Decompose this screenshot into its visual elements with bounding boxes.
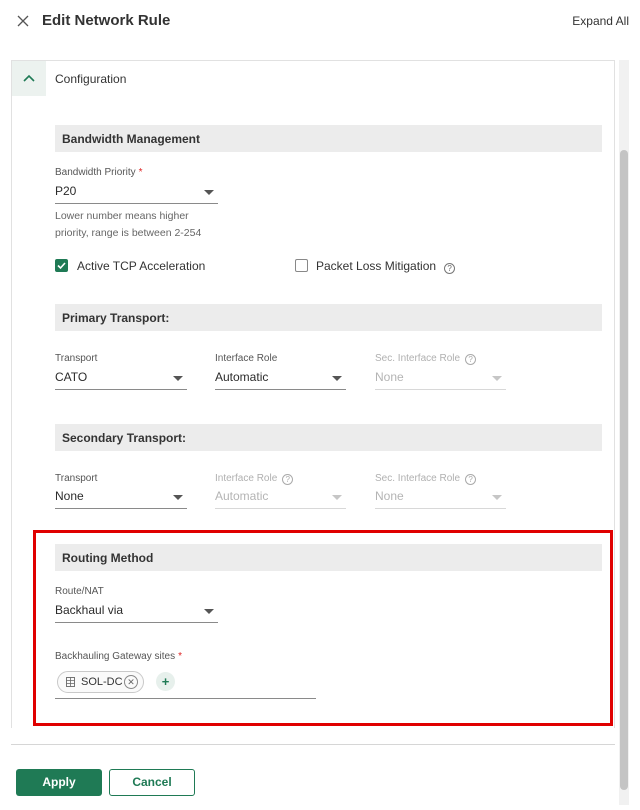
caret-down-icon bbox=[173, 495, 183, 500]
caret-down-icon bbox=[332, 376, 342, 381]
help-icon[interactable]: ? bbox=[444, 263, 456, 274]
scrollbar-thumb[interactable] bbox=[620, 150, 628, 790]
caret-down-icon bbox=[173, 376, 183, 381]
bandwidth-priority-select[interactable]: P20 bbox=[55, 182, 218, 204]
primary-interface-role-select[interactable]: Automatic bbox=[215, 368, 346, 390]
dialog-title: Edit Network Rule bbox=[42, 12, 171, 29]
required-mark: * bbox=[138, 167, 143, 178]
section-title: Primary Transport: bbox=[62, 311, 170, 325]
help-icon[interactable]: ? bbox=[465, 474, 477, 485]
primary-transport-select[interactable]: CATO bbox=[55, 368, 187, 390]
expand-all-link[interactable]: Expand All bbox=[572, 14, 629, 28]
secondary-interface-role-label: Interface Role? bbox=[215, 473, 294, 485]
highlight-box bbox=[33, 530, 613, 726]
caret-down-icon bbox=[332, 495, 342, 500]
primary-transport-label: Transport bbox=[55, 353, 98, 364]
cancel-button[interactable]: Cancel bbox=[109, 769, 195, 796]
select-value: P20 bbox=[55, 184, 77, 198]
select-value: None bbox=[375, 489, 404, 503]
help-icon[interactable]: ? bbox=[465, 354, 477, 365]
checkmark-icon bbox=[57, 262, 66, 270]
collapse-toggle-button[interactable] bbox=[12, 61, 46, 96]
help-icon[interactable]: ? bbox=[282, 474, 294, 485]
tcp-acceleration-checkbox[interactable] bbox=[55, 259, 68, 272]
select-value: Automatic bbox=[215, 489, 269, 503]
select-value: None bbox=[375, 370, 404, 384]
select-value: Automatic bbox=[215, 370, 269, 384]
section-bandwidth-management: Bandwidth Management bbox=[55, 125, 602, 152]
apply-button[interactable]: Apply bbox=[16, 769, 102, 796]
section-secondary-transport: Secondary Transport: bbox=[55, 424, 602, 451]
caret-down-icon bbox=[492, 495, 502, 500]
bandwidth-priority-label: Bandwidth Priority * bbox=[55, 167, 143, 178]
close-icon[interactable] bbox=[15, 13, 31, 29]
primary-interface-role-label: Interface Role bbox=[215, 353, 278, 364]
primary-sec-interface-role-label: Sec. Interface Role? bbox=[375, 353, 477, 365]
section-title: Bandwidth Management bbox=[62, 132, 201, 146]
footer-divider bbox=[11, 744, 615, 745]
bandwidth-priority-hint: Lower number means higher priority, rang… bbox=[55, 210, 202, 239]
caret-down-icon bbox=[204, 190, 214, 195]
secondary-interface-role-select: Automatic bbox=[215, 487, 346, 509]
select-value: CATO bbox=[55, 370, 88, 384]
caret-down-icon bbox=[492, 376, 502, 381]
select-value: None bbox=[55, 489, 84, 503]
section-title: Secondary Transport: bbox=[62, 431, 187, 445]
secondary-transport-label: Transport bbox=[55, 473, 98, 484]
tcp-acceleration-label: Active TCP Acceleration bbox=[77, 259, 206, 273]
primary-sec-interface-role-select: None bbox=[375, 368, 506, 390]
secondary-sec-interface-role-label: Sec. Interface Role? bbox=[375, 473, 477, 485]
secondary-sec-interface-role-select: None bbox=[375, 487, 506, 509]
panel-title: Configuration bbox=[55, 72, 127, 86]
section-primary-transport: Primary Transport: bbox=[55, 304, 602, 331]
dialog-header: Edit Network Rule Expand All bbox=[0, 0, 640, 44]
packet-loss-checkbox[interactable] bbox=[295, 259, 308, 272]
packet-loss-label: Packet Loss Mitigation? bbox=[316, 259, 456, 274]
secondary-transport-select[interactable]: None bbox=[55, 487, 187, 509]
chevron-up-icon bbox=[23, 74, 35, 82]
